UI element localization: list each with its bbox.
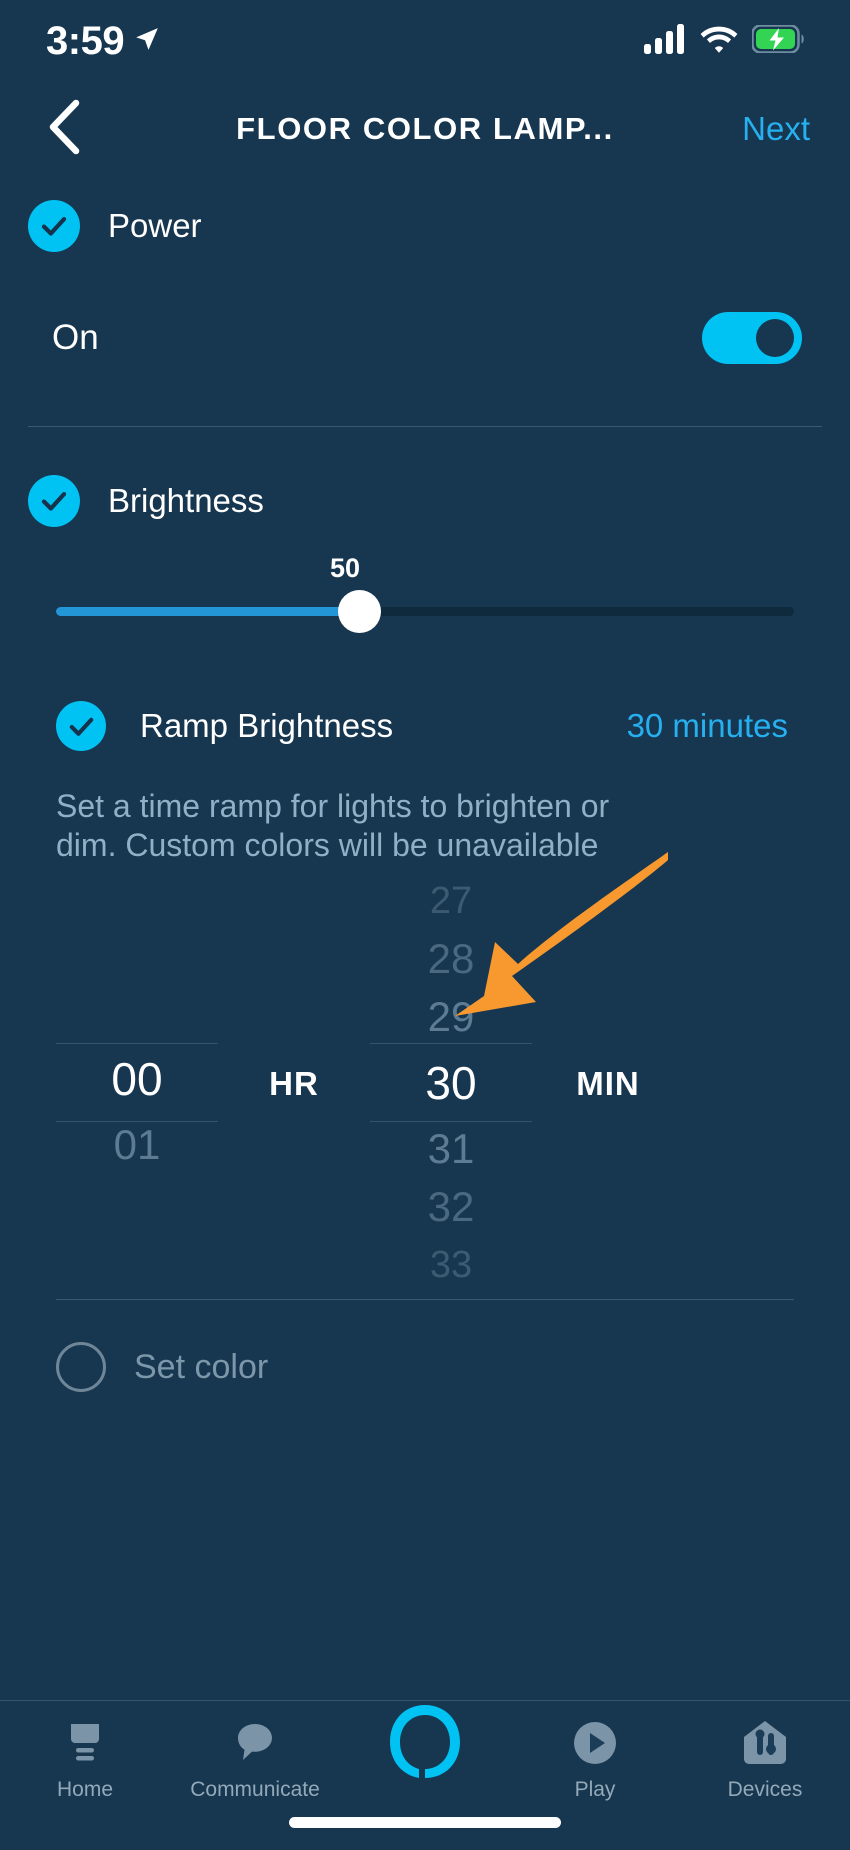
minute-option-above-1[interactable]: 29 xyxy=(360,988,542,1046)
hour-option-below-1[interactable]: 01 xyxy=(46,1116,228,1174)
tab-play[interactable]: Play xyxy=(510,1715,680,1802)
power-state-value: On xyxy=(52,318,99,357)
picker-wheel-group: 00 01 HR 27 28 29 30 31 32 33 MIN xyxy=(28,880,822,1286)
minute-selection-line-top xyxy=(370,1043,532,1045)
set-color-label: Set color xyxy=(134,1347,269,1386)
hour-wheel[interactable]: 00 01 xyxy=(46,893,228,1273)
next-button[interactable]: Next xyxy=(732,104,820,154)
navigation-bar: FLOOR COLOR LAMP... Next xyxy=(0,82,850,176)
status-bar-right xyxy=(644,23,806,59)
power-check-circle-icon[interactable] xyxy=(28,200,80,252)
hour-option-below-3[interactable] xyxy=(46,1223,228,1273)
brightness-section-header: Brightness xyxy=(28,475,822,527)
speech-bubble-icon xyxy=(235,1715,275,1771)
brightness-slider[interactable]: 50 xyxy=(28,553,822,639)
home-icon xyxy=(65,1715,105,1771)
tab-communicate-label: Communicate xyxy=(190,1778,320,1801)
tab-communicate[interactable]: Communicate xyxy=(170,1715,340,1802)
brightness-check-circle-icon[interactable] xyxy=(28,475,80,527)
page-title: FLOOR COLOR LAMP... xyxy=(236,111,614,146)
tab-devices[interactable]: Devices xyxy=(680,1715,850,1802)
ramp-check-circle-icon[interactable] xyxy=(56,701,106,751)
chevron-left-icon xyxy=(46,99,82,160)
power-state-row: On xyxy=(28,312,822,364)
ramp-description: Set a time ramp for lights to brighten o… xyxy=(56,788,610,864)
brightness-value-label: 50 xyxy=(330,553,361,583)
wifi-icon xyxy=(700,25,738,58)
settings-content: Power On Brightness 50 Ramp Brightness 3… xyxy=(0,176,850,1700)
hour-selected-value[interactable]: 00 xyxy=(46,1042,228,1116)
ramp-value-label[interactable]: 30 minutes xyxy=(627,707,822,745)
hour-unit-label: HR xyxy=(269,1065,319,1103)
set-color-row[interactable]: Set color xyxy=(28,1342,822,1393)
slider-track-fill xyxy=(56,607,359,616)
location-arrow-icon xyxy=(134,26,160,57)
minute-wheel[interactable]: 27 28 29 30 31 32 33 xyxy=(360,880,542,1286)
power-section-header: Power xyxy=(28,200,822,252)
play-circle-icon xyxy=(571,1715,619,1771)
battery-charging-icon xyxy=(751,23,806,58)
minute-selection-line-bottom xyxy=(370,1121,532,1123)
alexa-ring-icon xyxy=(381,1705,469,1778)
hour-selection-line-top xyxy=(56,1043,218,1045)
home-indicator xyxy=(289,1817,561,1828)
bottom-section-divider xyxy=(56,1299,794,1301)
tab-home-label: Home xyxy=(56,1778,114,1801)
hour-option-above-3[interactable] xyxy=(46,893,228,943)
cellular-signal-icon xyxy=(644,23,686,59)
tab-devices-label: Devices xyxy=(727,1778,803,1801)
hour-selection-line-bottom xyxy=(56,1121,218,1123)
back-button[interactable] xyxy=(34,99,94,159)
minute-option-above-3[interactable]: 27 xyxy=(360,872,542,930)
ramp-time-picker: 00 01 HR 27 28 29 30 31 32 33 MIN xyxy=(28,880,822,1286)
minute-option-below-3[interactable]: 33 xyxy=(360,1236,542,1294)
status-bar: 3:59 xyxy=(0,0,850,82)
minute-option-below-2[interactable]: 32 xyxy=(360,1178,542,1236)
tab-alexa[interactable] xyxy=(340,1705,510,1778)
power-toggle-switch[interactable] xyxy=(702,312,802,364)
tab-play-label: Play xyxy=(574,1778,616,1801)
ramp-section-header: Ramp Brightness 30 minutes xyxy=(28,701,822,751)
set-color-circle-outline-icon[interactable] xyxy=(56,1342,106,1393)
minute-option-below-1[interactable]: 31 xyxy=(360,1120,542,1178)
tab-home[interactable]: Home xyxy=(0,1715,170,1802)
hour-option-above-1[interactable] xyxy=(46,992,228,1042)
status-time: 3:59 xyxy=(46,18,125,63)
ramp-label: Ramp Brightness xyxy=(140,707,394,744)
power-label: Power xyxy=(108,207,202,244)
status-bar-left: 3:59 xyxy=(46,19,160,64)
app-screen: 3:59 FLOOR COLOR LAMP... Next Power On B… xyxy=(0,0,850,1850)
slider-thumb[interactable] xyxy=(338,590,381,633)
section-divider xyxy=(28,426,822,427)
toggle-knob xyxy=(756,319,794,357)
hour-option-above-2[interactable] xyxy=(46,943,228,993)
hour-option-below-2[interactable] xyxy=(46,1174,228,1224)
devices-icon xyxy=(742,1715,788,1771)
minute-option-above-2[interactable]: 28 xyxy=(360,930,542,988)
minute-selected-value[interactable]: 30 xyxy=(360,1046,542,1120)
minute-unit-label: MIN xyxy=(576,1065,640,1103)
brightness-label: Brightness xyxy=(108,482,264,519)
